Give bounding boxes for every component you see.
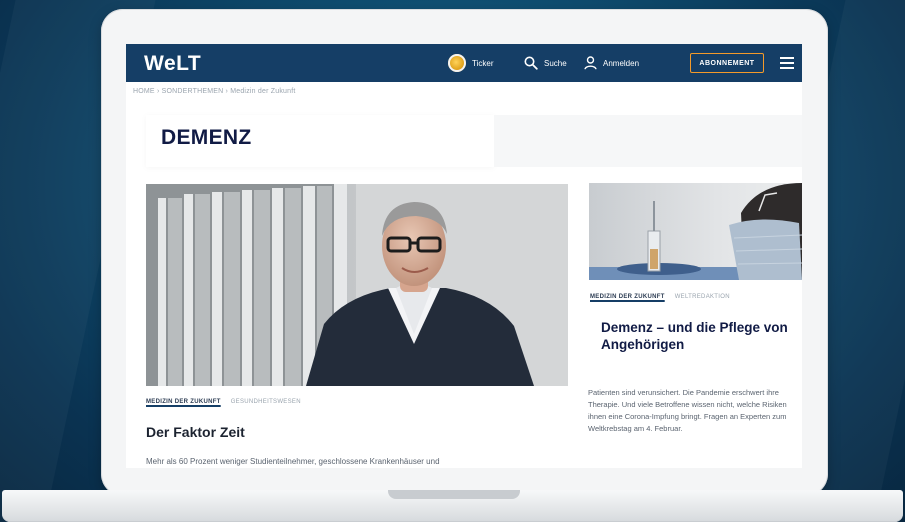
login-button[interactable]: Anmelden	[584, 44, 639, 82]
side-article-image[interactable]	[589, 183, 802, 280]
menu-icon[interactable]	[780, 54, 798, 72]
side-article-teaser: Patienten sind verunsichert. Die Pandemi…	[588, 388, 787, 434]
search-icon	[524, 56, 538, 70]
abonnement-button[interactable]: ABONNEMENT	[690, 53, 764, 73]
breadcrumb[interactable]: HOME › SONDERTHEMEN › Medizin der Zukunf…	[133, 88, 296, 95]
side-tag-primary[interactable]: MEDIZIN DER ZUKUNFT	[590, 294, 665, 300]
ticker-icon	[448, 54, 466, 72]
search-button[interactable]: Suche	[524, 44, 567, 82]
main-article-headline[interactable]: Der Faktor Zeit	[146, 424, 245, 440]
title-backdrop	[494, 115, 802, 167]
main-article-image[interactable]	[146, 184, 568, 386]
title-box: DEMENZ	[146, 115, 494, 167]
login-label: Anmelden	[603, 58, 640, 68]
ticker-label: Ticker	[472, 58, 494, 68]
laptop-base	[2, 490, 903, 522]
site-header: WeLT Ticker Suche Anmelden ABONNEMENT	[126, 44, 802, 82]
search-label: Suche	[544, 58, 567, 68]
ticker-button[interactable]: Ticker	[448, 44, 493, 82]
side-article-tags: MEDIZIN DER ZUKUNFT WELTREDAKTION	[590, 294, 730, 300]
side-article-headline[interactable]: Demenz – und die Pflege von Angehörigen	[601, 320, 791, 353]
welt-logo[interactable]: WeLT	[144, 52, 201, 76]
page-title: DEMENZ	[161, 126, 252, 149]
main-tag-primary[interactable]: MEDIZIN DER ZUKUNFT	[146, 399, 221, 405]
main-article-tags: MEDIZIN DER ZUKUNFT GESUNDHEITSWESEN	[146, 399, 301, 405]
main-tag-secondary[interactable]: GESUNDHEITSWESEN	[231, 399, 301, 405]
main-article-teaser: Mehr als 60 Prozent weniger Studienteiln…	[146, 457, 440, 466]
side-tag-secondary[interactable]: WELTREDAKTION	[675, 294, 730, 300]
user-icon	[584, 56, 597, 70]
laptop-notch	[388, 490, 520, 499]
browser-screen: WeLT Ticker Suche Anmelden ABONNEMENT HO…	[126, 44, 802, 468]
